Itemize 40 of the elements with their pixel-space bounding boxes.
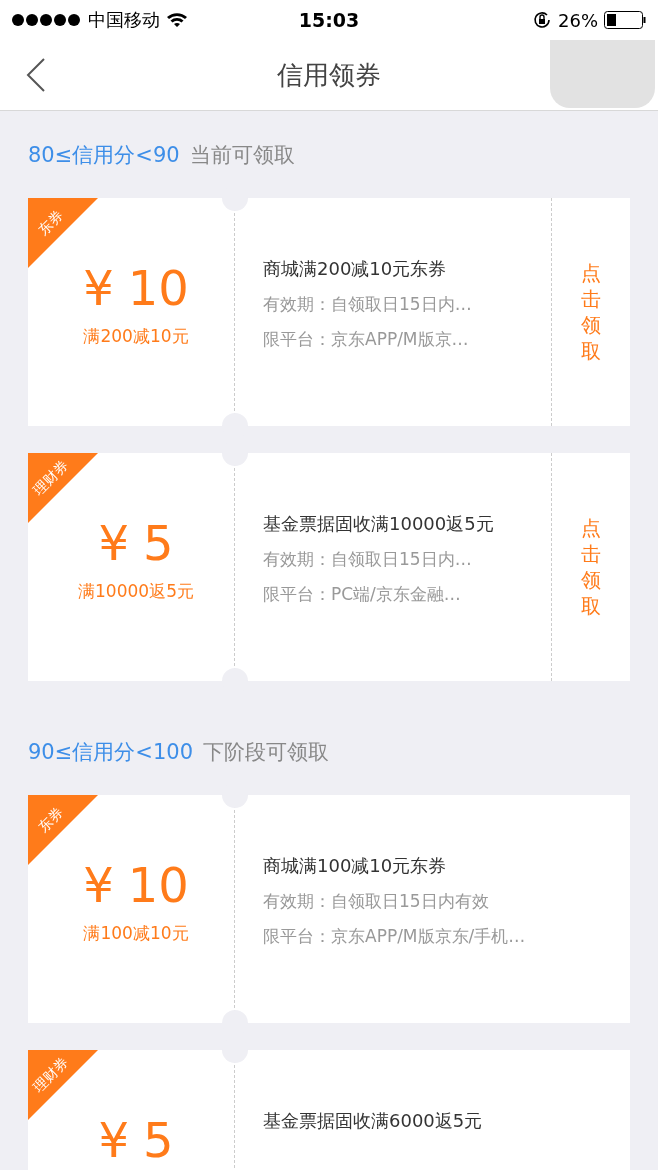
- coupon-amount: 5: [143, 517, 174, 570]
- platform-text: 限平台：京东APP/M版京东/手机…: [263, 925, 527, 948]
- rotation-lock-icon: [532, 10, 552, 30]
- coupon-title: 商城满100减10元东券: [263, 854, 448, 878]
- section-note: 当前可领取: [189, 142, 295, 169]
- wifi-icon: [166, 12, 188, 28]
- signal-icon: [12, 14, 82, 26]
- coupon-amount: 10: [127, 859, 189, 912]
- battery-icon: [604, 11, 646, 29]
- clock-time: 15:03: [298, 9, 360, 31]
- coupon-title: 基金票据固收满6000返5元: [263, 1109, 484, 1133]
- coupon-tag: 理财券: [29, 1053, 73, 1097]
- claim-link[interactable]: 点击领取: [581, 260, 601, 364]
- validity-text: 有效期：自领取日15日内有效: [263, 890, 490, 913]
- back-icon[interactable]: [26, 58, 46, 92]
- coupon-amount: 5: [143, 1114, 174, 1167]
- currency-symbol: ¥: [98, 1114, 129, 1167]
- claim-link[interactable]: 点击领取: [581, 515, 601, 619]
- score-range: 90≤信用分<100: [28, 739, 193, 766]
- coupon-title: 商城满200减10元东券: [263, 257, 448, 281]
- coupon-condition: 满100减10元: [83, 921, 189, 945]
- currency-symbol: ¥: [83, 859, 114, 912]
- coupon-title: 基金票据固收满10000返5元: [263, 512, 495, 536]
- coupon-tag: 东券: [34, 803, 68, 837]
- carrier-name: 中国移动: [88, 8, 160, 32]
- coupon-amount: 10: [127, 262, 189, 315]
- section-note: 下阶段可领取: [203, 739, 329, 766]
- page-title: 信用领券: [277, 58, 381, 92]
- validity-text: 有效期：自领取日15日内…: [263, 293, 473, 316]
- coupon-condition: 满200减10元: [83, 324, 189, 348]
- score-range: 80≤信用分<90: [28, 142, 180, 169]
- battery-percent: 26%: [558, 9, 598, 31]
- platform-text: 限平台：京东APP/M版京…: [263, 328, 470, 351]
- currency-symbol: ¥: [83, 262, 114, 315]
- coupon-condition: 满10000返5元: [78, 579, 194, 603]
- platform-text: 限平台：PC端/京东金融…: [263, 583, 462, 606]
- coupon-tag: 东券: [34, 206, 68, 240]
- validity-text: 有效期：自领取日15日内…: [263, 548, 473, 571]
- coupon-tag: 理财券: [29, 456, 73, 500]
- currency-symbol: ¥: [98, 517, 129, 570]
